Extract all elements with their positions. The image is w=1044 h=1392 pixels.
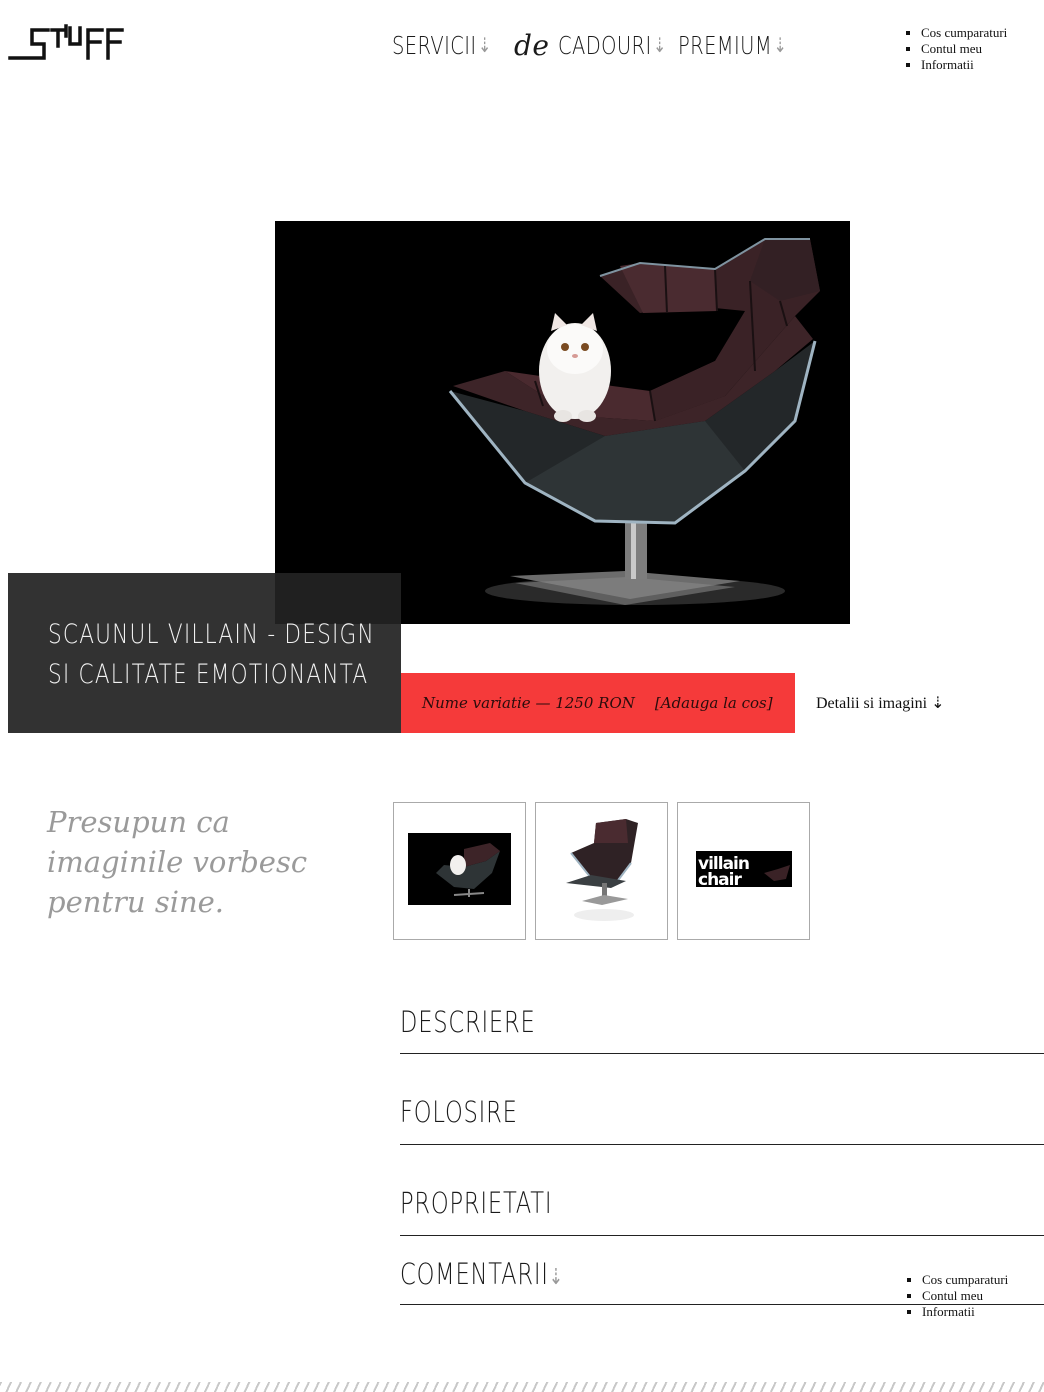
section-descriere-label: DESCRIERE <box>400 1005 536 1039</box>
down-arrow-icon: ⇣ <box>773 33 788 57</box>
thumbnail-chair-cat-image <box>408 833 511 905</box>
section-descriere[interactable]: DESCRIERE <box>400 995 1044 1054</box>
villain-chair-photo <box>275 221 850 624</box>
site-logo[interactable] <box>8 24 126 62</box>
nav-servicii[interactable]: SERVICII ⇣ <box>392 30 491 60</box>
cart-link[interactable]: Cos cumparaturi <box>921 25 1007 40</box>
product-title-line-2: SI CALITATE EMOTIONANTA <box>48 659 369 690</box>
thumbnail-3[interactable]: villain chair <box>677 802 810 940</box>
details-images-link[interactable]: Detalii si imagini ⇣ <box>816 693 945 713</box>
down-arrow-icon: ⇣ <box>478 33 492 57</box>
util-item-cart: Cos cumparaturi <box>905 1272 1008 1288</box>
product-title-box: SCAUNUL VILLAIN - DESIGN SI CALITATE EMO… <box>8 573 401 733</box>
nav-premium-label: PREMIUM <box>678 30 773 60</box>
util-item-cart: Cos cumparaturi <box>904 25 1007 41</box>
util-item-account: Contul meu <box>904 41 1007 57</box>
comentarii-text: COMENTARII <box>400 1257 549 1291</box>
info-link[interactable]: Informatii <box>922 1304 975 1319</box>
thumbnail-brand-image: villain chair <box>696 851 792 890</box>
nav-de-label: de <box>514 28 550 62</box>
down-arrow-icon: ⇣ <box>548 1265 564 1290</box>
cart-link[interactable]: Cos cumparaturi <box>922 1272 1008 1287</box>
account-link[interactable]: Contul meu <box>922 1288 983 1303</box>
logo-mark <box>8 24 124 60</box>
product-hero-image <box>275 221 850 624</box>
thumbnail-2[interactable] <box>535 802 668 940</box>
variation-price: Nume variatie — 1250 RON <box>422 694 635 712</box>
section-comentarii-label: COMENTARII⇣ <box>400 1257 564 1291</box>
nav-premium[interactable]: PREMIUM ⇣ <box>678 30 787 60</box>
section-proprietati[interactable]: PROPRIETATI <box>400 1177 1044 1236</box>
nav-cadouri-label: CADOURI <box>557 30 652 60</box>
section-folosire[interactable]: FOLOSIRE <box>400 1086 1044 1145</box>
section-folosire-label: FOLOSIRE <box>400 1095 518 1129</box>
footer-divider <box>0 1382 1044 1392</box>
util-item-account: Contul meu <box>905 1288 1008 1304</box>
product-quote: Presupun ca imaginile vorbesc pentru sin… <box>47 805 308 919</box>
utility-menu-bottom: Cos cumparaturi Contul meu Informatii <box>905 1272 1008 1320</box>
section-proprietati-label: PROPRIETATI <box>400 1186 553 1220</box>
product-title-line-1: SCAUNUL VILLAIN - DESIGN <box>48 619 375 650</box>
info-link[interactable]: Informatii <box>921 57 974 72</box>
thumbnail-chair-side-image <box>566 819 638 921</box>
price-bar: Nume variatie — 1250 RON [Adauga la cos] <box>401 673 795 733</box>
main-nav: SERVICII ⇣ de CADOURI ⇣ PREMIUM ⇣ <box>392 28 798 62</box>
nav-servicii-label: SERVICII <box>392 30 477 60</box>
util-item-info: Informatii <box>904 57 1007 73</box>
thumbnail-1[interactable] <box>393 802 526 940</box>
util-item-info: Informatii <box>905 1304 1008 1320</box>
add-to-cart-button[interactable]: [Adauga la cos] <box>655 694 773 712</box>
nav-cadouri[interactable]: de CADOURI ⇣ <box>514 28 667 62</box>
thumbnail-brand-line2: chair <box>698 870 742 890</box>
down-arrow-icon: ⇣ <box>652 33 667 57</box>
account-link[interactable]: Contul meu <box>921 41 982 56</box>
utility-menu-top: Cos cumparaturi Contul meu Informatii <box>904 25 1007 73</box>
